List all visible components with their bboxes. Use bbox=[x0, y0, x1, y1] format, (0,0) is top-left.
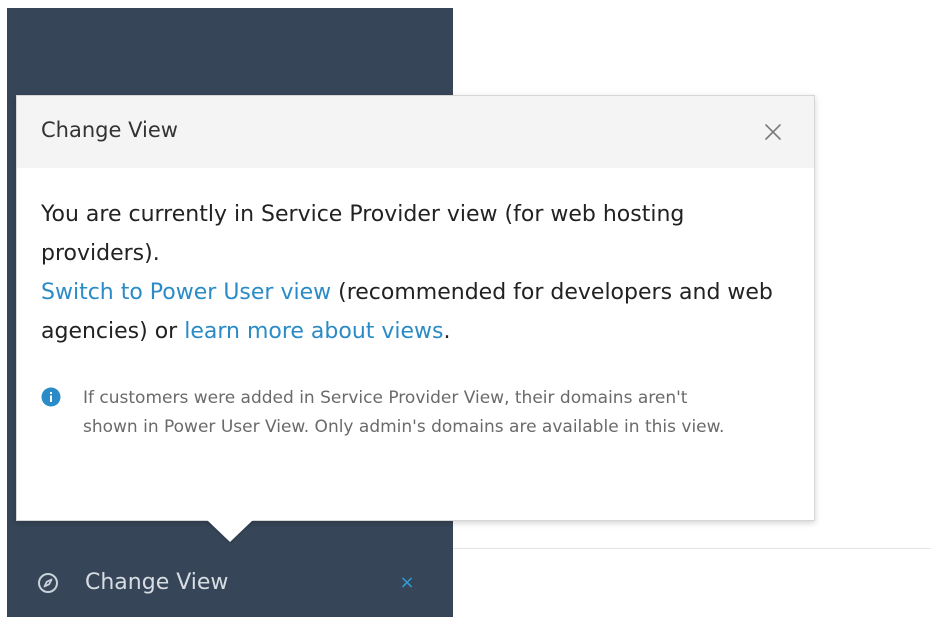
main-divider bbox=[453, 548, 931, 549]
popover-header: Change View bbox=[17, 96, 814, 168]
sidebar-change-view-close-button[interactable]: × bbox=[396, 572, 418, 594]
current-view-text: You are currently in Service Provider vi… bbox=[41, 202, 685, 266]
sidebar-change-view-item[interactable]: Change View × bbox=[7, 556, 453, 617]
info-icon bbox=[41, 387, 61, 407]
frame-edge bbox=[0, 0, 7, 617]
screen: Change View × Change View You are curren… bbox=[0, 0, 931, 617]
popover-arrow bbox=[207, 520, 253, 542]
sidebar-change-view-label: Change View bbox=[85, 570, 229, 595]
popover-title: Change View bbox=[41, 118, 178, 142]
learn-more-link[interactable]: learn more about views bbox=[184, 319, 443, 344]
info-note-text: If customers were added in Service Provi… bbox=[83, 388, 725, 437]
compass-icon bbox=[37, 572, 59, 594]
popover-message: You are currently in Service Provider vi… bbox=[41, 195, 801, 351]
switch-to-power-user-link[interactable]: Switch to Power User view bbox=[41, 280, 331, 305]
close-icon[interactable] bbox=[761, 120, 785, 144]
sentence-end: . bbox=[443, 319, 451, 344]
change-view-popover: Change View You are currently in Service… bbox=[16, 95, 815, 521]
